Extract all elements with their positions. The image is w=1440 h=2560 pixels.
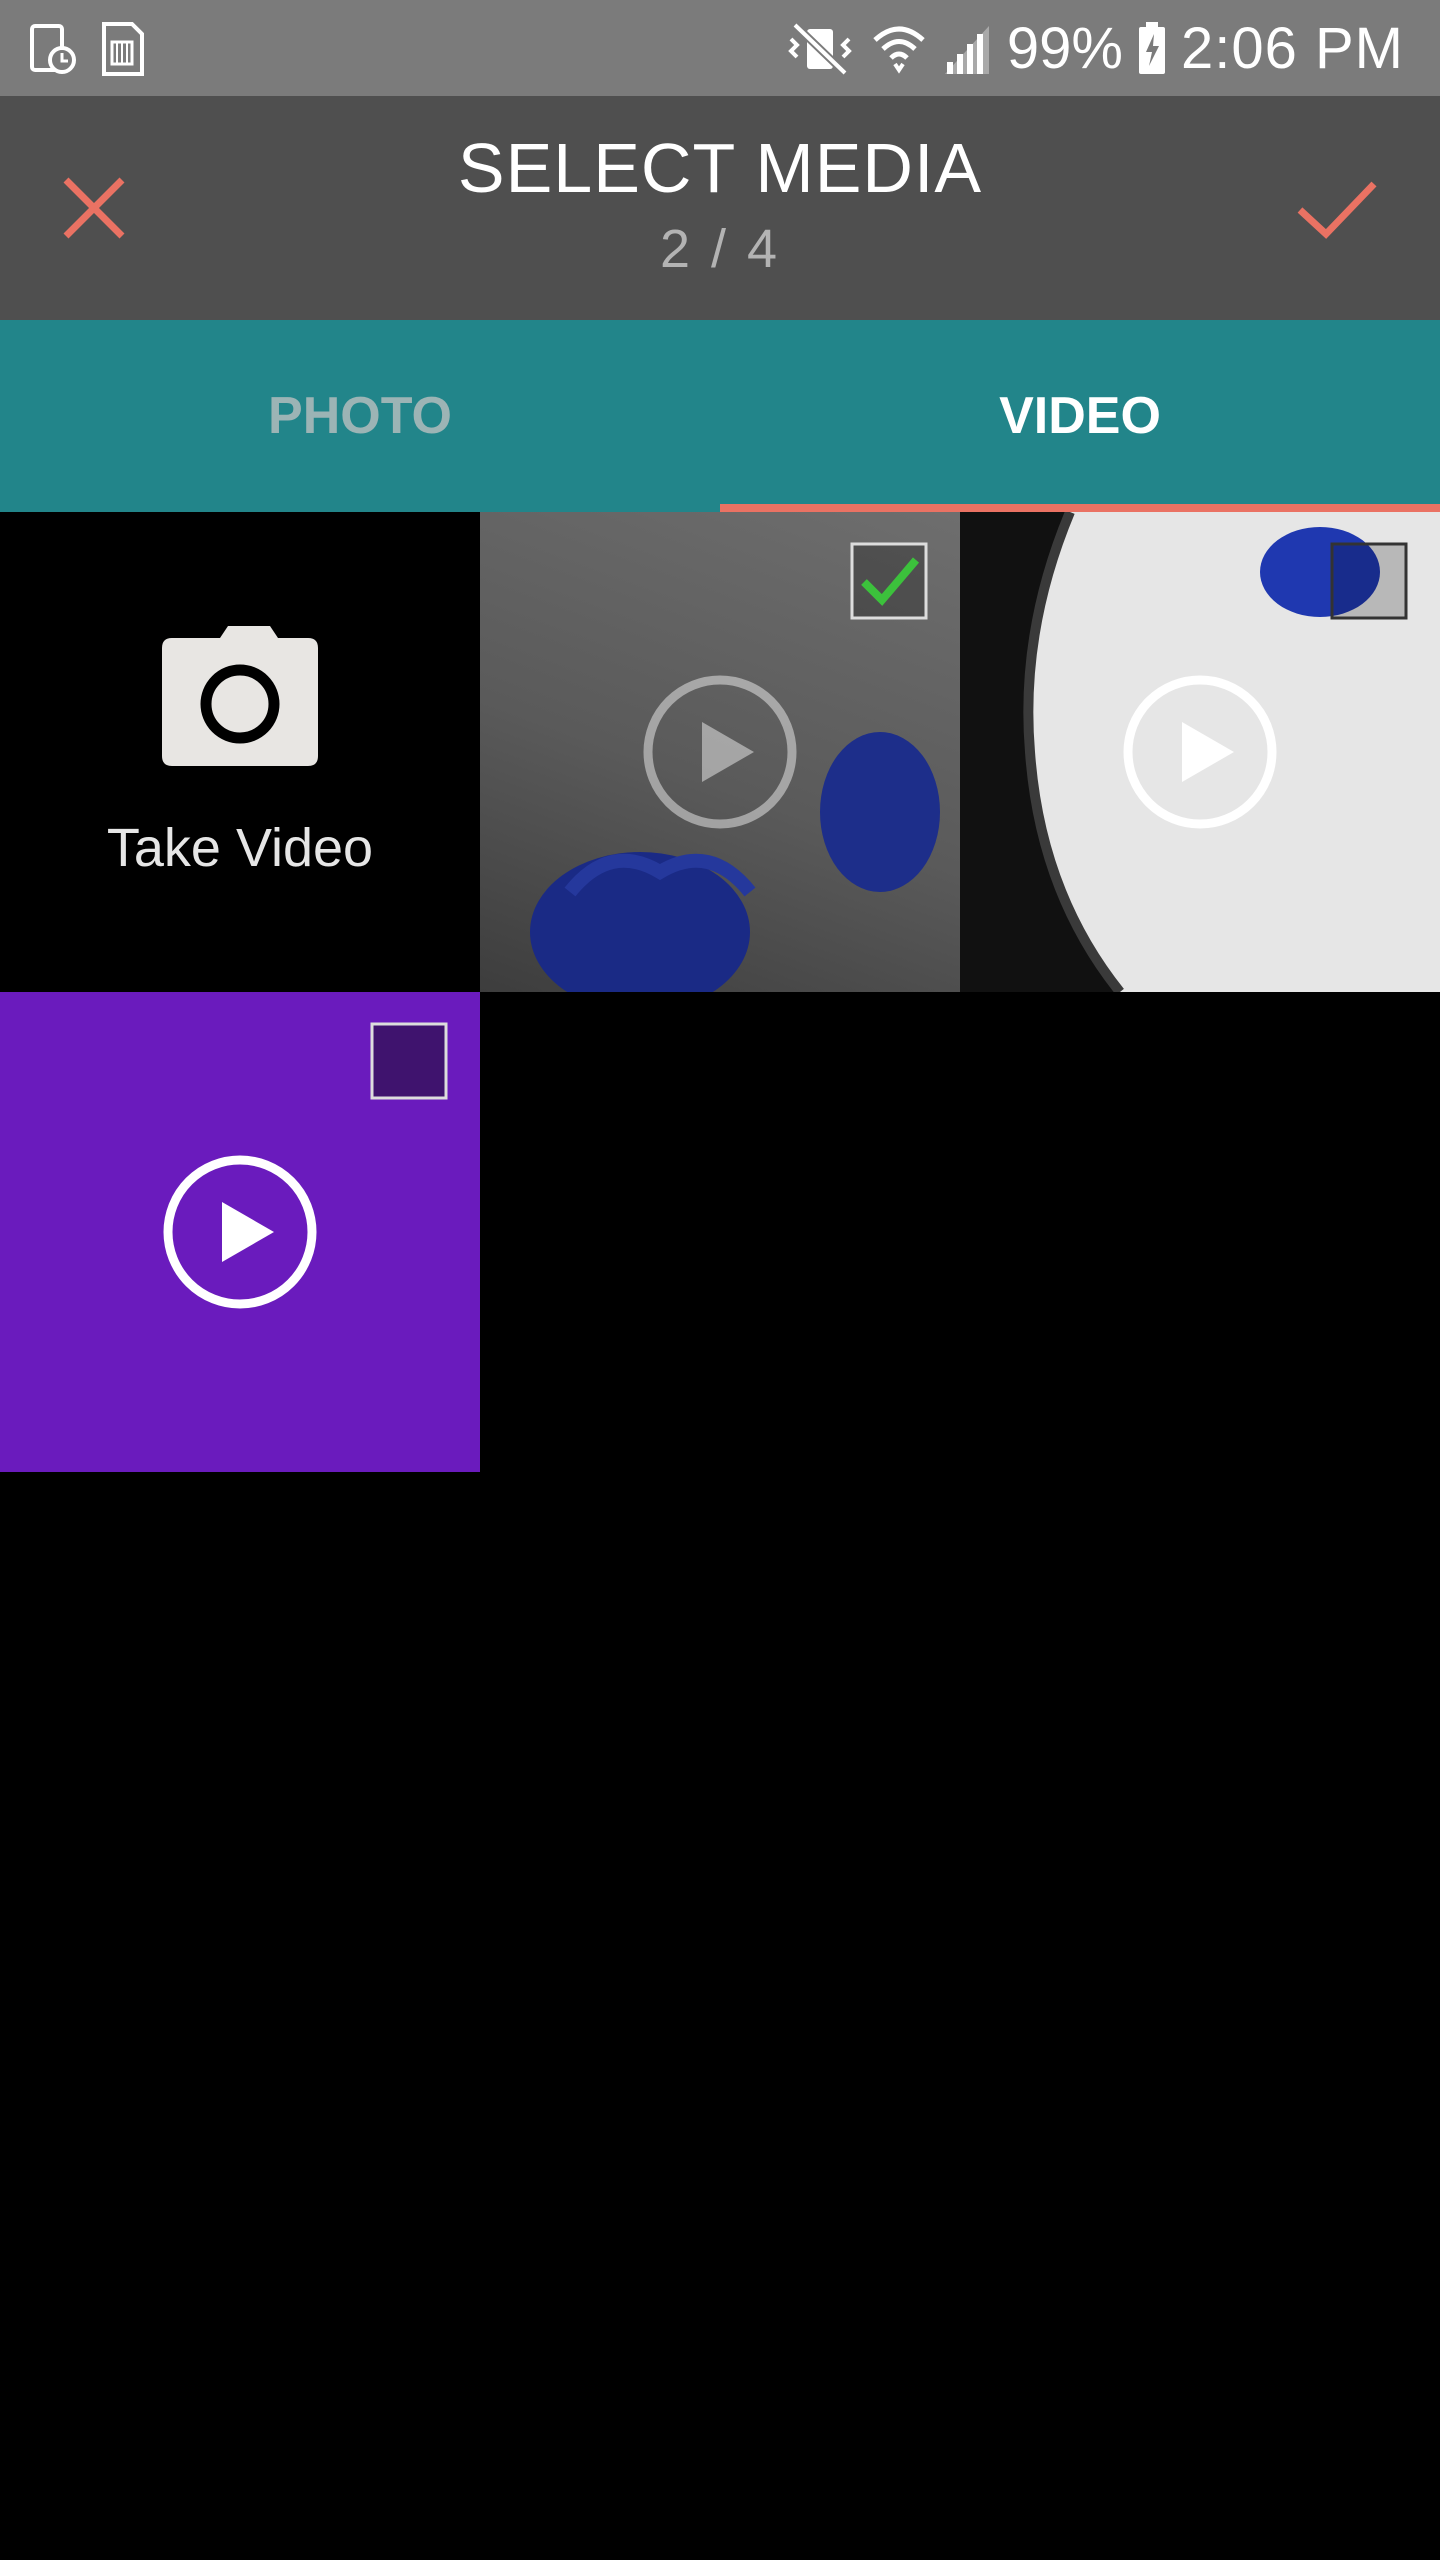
media-tabs: PHOTO VIDEO bbox=[0, 320, 1440, 512]
signal-icon bbox=[944, 26, 989, 74]
unselected-checkbox[interactable] bbox=[370, 1022, 448, 1100]
wifi-icon bbox=[873, 26, 925, 74]
camera-icon bbox=[162, 626, 318, 766]
selected-checkbox[interactable] bbox=[850, 542, 928, 620]
check-icon bbox=[1297, 181, 1377, 239]
vibrate-mute-icon bbox=[788, 22, 852, 76]
take-video-tile[interactable]: Take Video bbox=[0, 512, 480, 992]
status-left-icons bbox=[28, 20, 146, 78]
clock: 2:06 PM bbox=[1181, 15, 1404, 81]
tab-photo[interactable]: PHOTO bbox=[0, 320, 720, 512]
video-thumbnail-2[interactable] bbox=[960, 512, 1440, 992]
tab-video[interactable]: VIDEO bbox=[720, 320, 1440, 512]
tab-indicator bbox=[720, 504, 1440, 512]
confirm-button[interactable] bbox=[1288, 166, 1388, 250]
video-thumbnail-3[interactable] bbox=[0, 992, 480, 1472]
app-bar: SELECT MEDIA 2 / 4 bbox=[0, 96, 1440, 320]
status-right: 99% 2:06 PM bbox=[783, 12, 1404, 84]
title-block: SELECT MEDIA 2 / 4 bbox=[0, 128, 1440, 280]
battery-percent: 99% bbox=[1006, 15, 1123, 81]
unselected-checkbox[interactable] bbox=[1330, 542, 1408, 620]
sd-card-icon bbox=[102, 22, 144, 76]
take-video-label: Take Video bbox=[106, 818, 374, 878]
play-icon bbox=[1123, 675, 1277, 829]
device-clock-icon bbox=[30, 24, 76, 74]
video-thumbnail-1[interactable] bbox=[480, 512, 960, 992]
play-icon bbox=[643, 675, 797, 829]
page-title: SELECT MEDIA bbox=[457, 129, 983, 207]
battery-charging-icon bbox=[1139, 22, 1165, 74]
play-icon bbox=[163, 1155, 317, 1309]
status-bar: 99% 2:06 PM bbox=[0, 0, 1440, 96]
selection-count: 2 / 4 bbox=[659, 219, 781, 279]
